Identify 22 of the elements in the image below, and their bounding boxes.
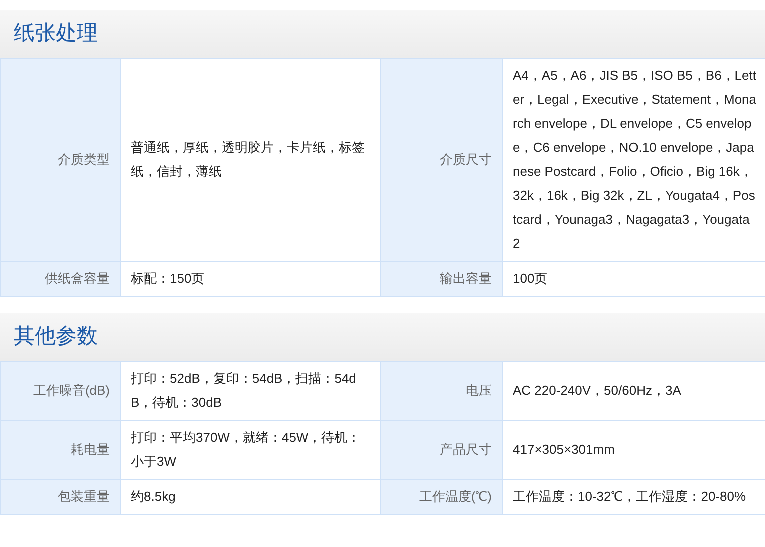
section-title: 其他参数 (14, 324, 98, 350)
spec-label: 产品尺寸 (380, 420, 502, 480)
spec-label: 输出容量 (380, 262, 502, 296)
spec-value: 打印：平均370W，就绪：45W，待机：小于3W (120, 420, 380, 480)
spec-label: 电压 (380, 362, 502, 420)
spec-value: 100页 (502, 262, 765, 296)
spec-value: 标配：150页 (120, 262, 380, 296)
spec-value: 打印：52dB，复印：54dB，扫描：54dB，待机：30dB (120, 362, 380, 420)
spec-value: A4，A5，A6，JIS B5，ISO B5，B6，Letter，Legal，Executive，Statement，Monarch envelope，DL envelope，C5 envelope，C6 envelope，NO.10 envelope，Japanese Postcard，Folio，Oficio，Big 16k，32k，16k，Big 32k，ZL，Yougata4，Postcard，Younaga3，Nagagata3，Yougata2 (502, 58, 765, 262)
spec-label: 供纸盒容量 (0, 262, 120, 296)
spec-value: 普通纸，厚纸，透明胶片，卡片纸，标签纸，信封，薄纸 (120, 58, 380, 262)
spec-label: 包装重量 (0, 480, 120, 514)
spec-label: 耗电量 (0, 420, 120, 480)
spec-value: AC 220-240V，50/60Hz，3A (502, 362, 765, 420)
spec-label: 介质类型 (0, 58, 120, 262)
spec-label: 介质尺寸 (380, 58, 502, 262)
spec-value: 工作温度：10-32℃，工作湿度：20-80% (502, 480, 765, 514)
spec-label: 工作噪音(dB) (0, 362, 120, 420)
spec-value: 417×305×301mm (502, 420, 765, 480)
spec-value: 约8.5kg (120, 480, 380, 514)
section-title: 纸张处理 (14, 21, 98, 48)
spec-label: 工作温度(℃) (380, 480, 502, 514)
